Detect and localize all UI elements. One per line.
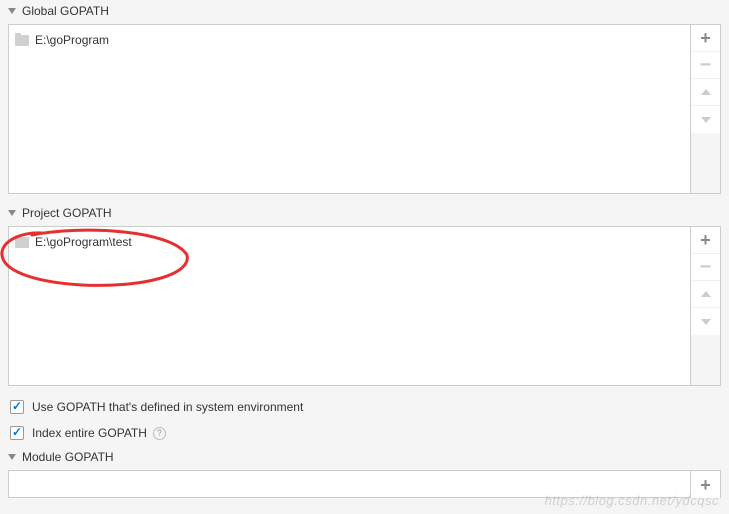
use-system-gopath-row[interactable]: Use GOPATH that's defined in system envi… (0, 394, 729, 420)
chevron-down-icon (8, 454, 16, 460)
chevron-down-icon (8, 8, 16, 14)
move-up-button[interactable] (691, 281, 720, 308)
index-entire-gopath-row[interactable]: Index entire GOPATH ? (0, 420, 729, 446)
path-text: E:\goProgram\test (35, 235, 132, 249)
use-system-gopath-checkbox[interactable] (10, 400, 24, 414)
arrow-down-icon (701, 117, 711, 123)
move-up-button[interactable] (691, 79, 720, 106)
use-system-gopath-label: Use GOPATH that's defined in system envi… (32, 400, 303, 414)
plus-icon: + (700, 231, 711, 249)
project-gopath-header[interactable]: Project GOPATH (0, 202, 729, 224)
module-gopath-header[interactable]: Module GOPATH (0, 446, 729, 468)
global-gopath-title: Global GOPATH (22, 4, 109, 18)
project-gopath-title: Project GOPATH (22, 206, 112, 220)
help-icon[interactable]: ? (153, 427, 166, 440)
add-button[interactable]: + (691, 25, 720, 52)
add-button[interactable]: + (691, 227, 720, 254)
global-gopath-header[interactable]: Global GOPATH (0, 0, 729, 22)
chevron-down-icon (8, 210, 16, 216)
plus-icon: + (700, 29, 711, 47)
minus-icon: − (700, 55, 712, 75)
folder-icon (15, 35, 29, 46)
folder-icon (15, 237, 29, 248)
watermark: https://blog.csdn.net/ydcqsc (545, 493, 719, 508)
arrow-down-icon (701, 319, 711, 325)
project-gopath-list[interactable]: E:\goProgram\test (8, 226, 691, 386)
index-entire-gopath-checkbox[interactable] (10, 426, 24, 440)
arrow-up-icon (701, 291, 711, 297)
path-text: E:\goProgram (35, 33, 109, 47)
module-gopath-title: Module GOPATH (22, 450, 114, 464)
remove-button[interactable]: − (691, 52, 720, 79)
list-item[interactable]: E:\goProgram\test (15, 233, 684, 251)
index-entire-gopath-label: Index entire GOPATH (32, 426, 147, 440)
arrow-up-icon (701, 89, 711, 95)
global-gopath-list[interactable]: E:\goProgram (8, 24, 691, 194)
move-down-button[interactable] (691, 106, 720, 133)
minus-icon: − (700, 257, 712, 277)
list-item[interactable]: E:\goProgram (15, 31, 684, 49)
remove-button[interactable]: − (691, 254, 720, 281)
move-down-button[interactable] (691, 308, 720, 335)
plus-icon: + (700, 476, 711, 494)
